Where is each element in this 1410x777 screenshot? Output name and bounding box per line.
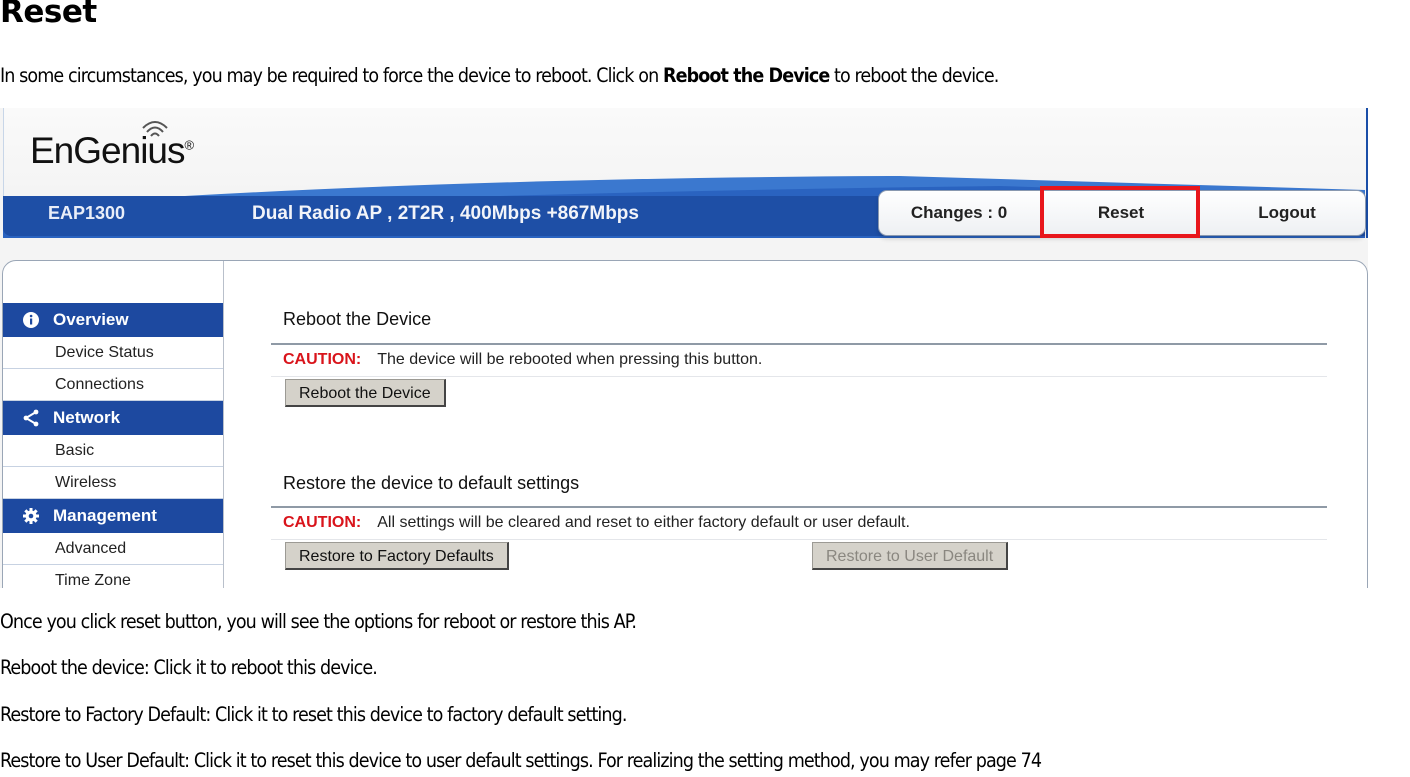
share-icon [21,408,41,428]
sidebar-item-advanced[interactable]: Advanced [3,533,223,565]
paragraph-2: Reboot the device: Click it to reboot th… [0,656,378,679]
registered-mark: ® [184,137,195,153]
wifi-icon [142,121,168,137]
sidebar-divider [223,261,224,588]
reset-highlight-box [1040,186,1200,238]
sidebar-section-management[interactable]: Management [3,499,223,533]
caution-text: The device will be rebooted when pressin… [377,351,763,368]
intro-bold-text: Reboot the Device [662,64,830,87]
changes-tab[interactable]: Changes : 0 [879,191,1039,235]
reboot-section-title: Reboot the Device [283,309,432,329]
paragraph-3: Restore to Factory Default: Click it to … [0,703,627,726]
sidebar: Overview Device Status Connections Netwo… [3,303,223,588]
intro-text-before: In some circumstances, you may be requir… [0,64,663,87]
row-divider [271,539,1327,540]
paragraph-4: Restore to User Default: Click it to res… [0,749,1042,772]
sidebar-item-device-status[interactable]: Device Status [3,337,223,369]
restore-user-default-button: Restore to User Default [812,542,1009,570]
info-icon [21,310,41,330]
section-divider [271,343,1327,345]
model-name: EAP1300 [48,203,126,223]
restore-caution: CAUTION: All settings will be cleared and… [283,514,910,532]
sidebar-item-time-zone[interactable]: Time Zone [3,565,223,588]
sidebar-item-wireless[interactable]: Wireless [3,467,223,499]
restore-section-title: Restore the device to default settings [283,473,580,493]
intro-paragraph: In some circumstances, you may be requir… [0,64,999,87]
sidebar-section-label: Network [53,408,121,427]
router-ui-screenshot: EnGenius® EAP1300 Dual Radio AP , 2T2R ,… [0,108,1368,588]
sidebar-item-connections[interactable]: Connections [3,369,223,401]
sidebar-section-network[interactable]: Network [3,401,223,435]
restore-factory-defaults-button[interactable]: Restore to Factory Defaults [285,542,509,570]
sidebar-section-overview[interactable]: Overview [3,303,223,337]
sidebar-section-label: Overview [53,310,129,329]
gear-icon [21,506,41,526]
caution-label: CAUTION: [283,351,362,368]
main-panel: Overview Device Status Connections Netwo… [2,260,1368,588]
sidebar-item-basic[interactable]: Basic [3,435,223,467]
paragraph-1: Once you click reset button, you will se… [0,610,637,633]
reboot-caution: CAUTION: The device will be rebooted when… [283,351,762,369]
caution-text: All settings will be cleared and reset t… [377,514,910,531]
sidebar-section-label: Management [53,506,157,525]
doc-title: Reset [0,0,97,30]
row-divider [271,376,1327,377]
reboot-device-button[interactable]: Reboot the Device [285,379,446,407]
caution-label: CAUTION: [283,514,362,531]
device-tagline: Dual Radio AP , 2T2R , 400Mbps +867Mbps [252,203,639,224]
logout-tab[interactable]: Logout [1209,191,1365,235]
intro-text-after: to reboot the device. [829,64,999,87]
section-divider [271,506,1327,508]
